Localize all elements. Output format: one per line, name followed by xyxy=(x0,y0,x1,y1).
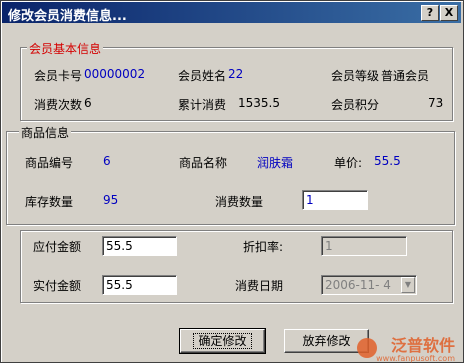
unit-price-label: 单价: xyxy=(334,156,363,170)
confirm-edit-button[interactable]: 确定修改 xyxy=(179,328,266,354)
brand-logo-icon xyxy=(357,338,377,358)
watermark-url: www.fanpusoft.com xyxy=(376,354,455,363)
consume-date-label: 消费日期 xyxy=(235,279,284,293)
member-points-label: 会员积分 xyxy=(331,98,380,112)
title-bar[interactable]: 修改会员消费信息... ? X xyxy=(2,2,461,24)
product-name-value: 润肤霜 xyxy=(257,156,294,170)
consume-count-label: 消费次数 xyxy=(34,98,83,112)
product-code-value: 6 xyxy=(103,154,111,168)
stock-qty-value: 95 xyxy=(103,193,119,207)
product-info-legend: 商品信息 xyxy=(19,124,72,141)
total-consume-value: 1535.5 xyxy=(238,96,280,110)
consume-date-picker: 2006-11- 4 ▼ xyxy=(321,275,417,295)
chevron-down-icon: ▼ xyxy=(401,277,415,293)
confirm-edit-label: 确定修改 xyxy=(193,333,252,349)
member-name-label: 会员姓名 xyxy=(178,69,227,83)
member-info-group: 会员基本信息 会员卡号 00000002 会员姓名 22 会员等级 普通会员 消… xyxy=(20,40,453,121)
product-info-group: 商品信息 商品编号 6 商品名称 润肤霜 单价: 55.5 库存数量 95 消费… xyxy=(6,124,455,225)
consume-date-value: 2006-11- 4 xyxy=(325,278,391,292)
payable-amount-input[interactable]: 55.5 xyxy=(102,236,177,256)
window-title: 修改会员消费信息... xyxy=(8,9,127,24)
payment-info-group: 应付金额 55.5 折扣率: 1 实付金额 55.5 消费日期 2006-11-… xyxy=(20,230,453,303)
product-code-label: 商品编号 xyxy=(25,156,74,170)
paid-amount-input[interactable]: 55.5 xyxy=(102,275,177,295)
card-no-label: 会员卡号 xyxy=(34,69,83,83)
unit-price-value: 55.5 xyxy=(374,154,401,168)
consume-qty-label: 消费数量 xyxy=(215,195,264,209)
discount-rate-label: 折扣率: xyxy=(243,240,284,254)
member-level-label: 会员等级 xyxy=(331,69,380,83)
paid-amount-label: 实付金额 xyxy=(33,279,82,293)
close-button[interactable]: X xyxy=(440,5,458,21)
product-name-label: 商品名称 xyxy=(179,156,228,170)
consume-qty-input[interactable]: 1 xyxy=(302,190,368,210)
dialog-window: 修改会员消费信息... ? X 会员基本信息 会员卡号 00000002 会员姓… xyxy=(0,0,464,363)
member-points-value: 73 xyxy=(428,96,444,110)
watermark-brand: 泛普软件 xyxy=(390,336,455,355)
member-name-value: 22 xyxy=(228,67,244,81)
stock-qty-label: 库存数量 xyxy=(25,195,74,209)
member-level-value: 普通会员 xyxy=(381,69,430,83)
consume-count-value: 6 xyxy=(84,96,92,110)
payable-amount-label: 应付金额 xyxy=(33,240,82,254)
member-info-legend: 会员基本信息 xyxy=(27,40,104,57)
help-button[interactable]: ? xyxy=(421,5,439,21)
total-consume-label: 累计消费 xyxy=(178,98,227,112)
card-no-value: 00000002 xyxy=(84,67,146,81)
discount-rate-input: 1 xyxy=(321,236,407,256)
